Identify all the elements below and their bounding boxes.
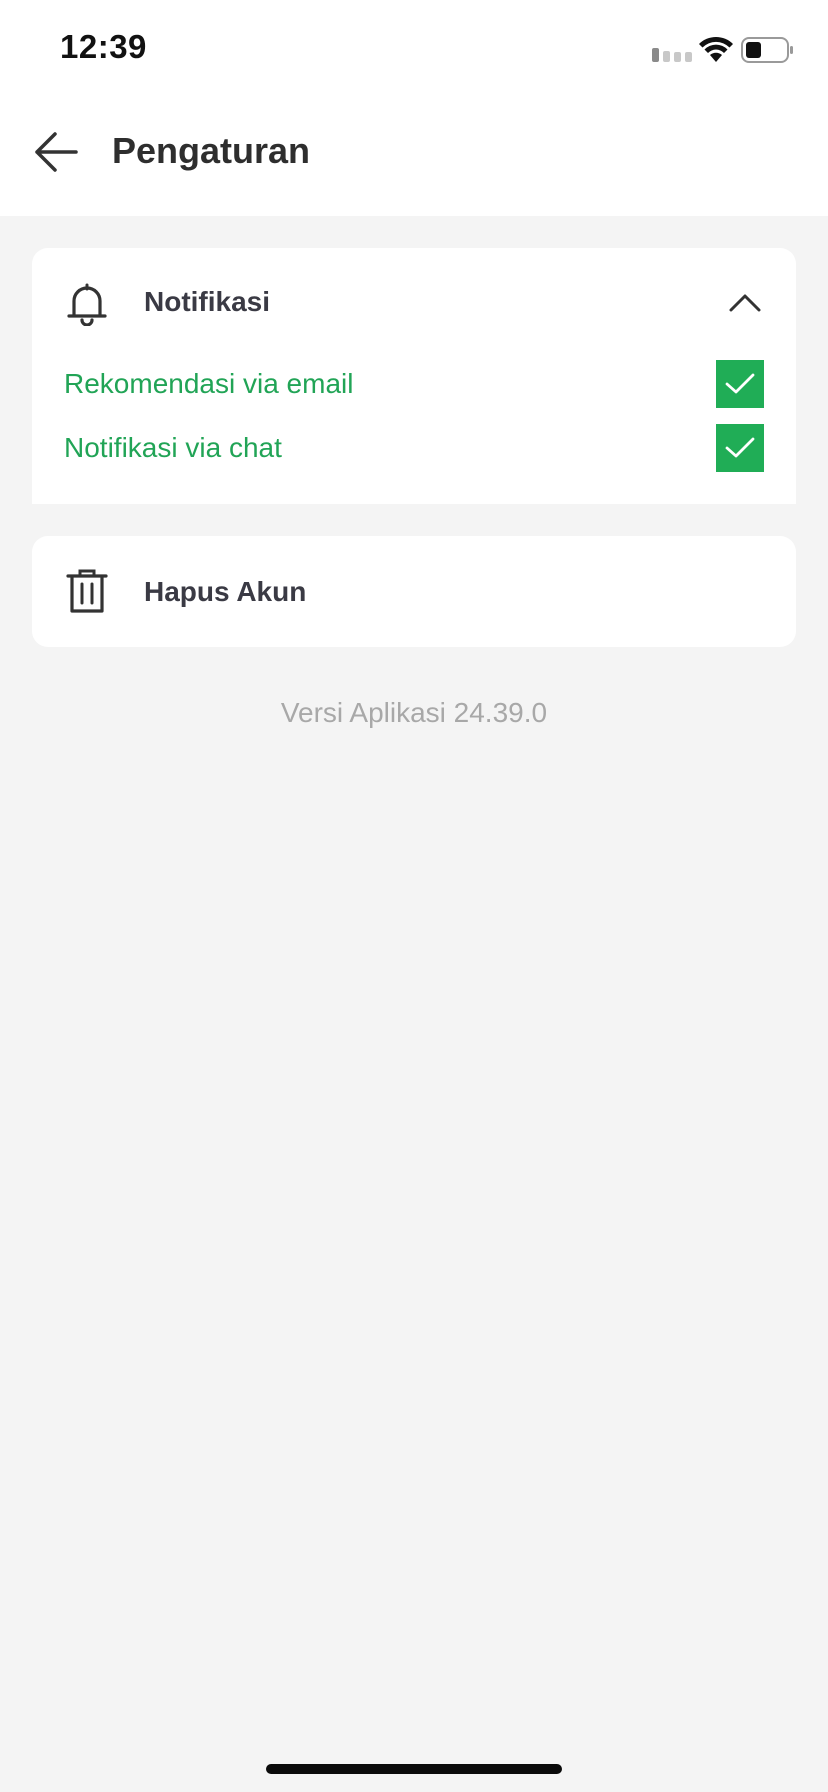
bell-icon (67, 283, 107, 326)
option-label-email: Rekomendasi via email (64, 368, 354, 399)
notifications-title: Notifikasi (144, 286, 271, 317)
option-row-email: Rekomendasi via email (32, 356, 796, 416)
trash-icon (66, 569, 108, 613)
email-recommendation-checkbox[interactable] (716, 360, 764, 408)
app-version: Versi Aplikasi 24.39.0 (280, 697, 548, 728)
option-row-chat: Notifikasi via chat (32, 420, 796, 480)
back-button[interactable] (26, 124, 86, 180)
signal-icon (652, 48, 692, 62)
wifi-icon (699, 36, 733, 62)
delete-account-label: Hapus Akun (144, 576, 307, 607)
battery-icon (741, 37, 793, 63)
chevron-up-icon (729, 294, 761, 312)
chat-notification-checkbox[interactable] (716, 424, 764, 472)
option-label-chat: Notifikasi via chat (64, 432, 282, 463)
top-bar: 12:39 Pengaturan (0, 0, 828, 216)
arrow-left-icon (35, 132, 78, 172)
notifications-card: Notifikasi Rekomendasi via email Notifik… (32, 248, 796, 504)
page-title: Pengaturan (112, 130, 311, 171)
notifications-toggle[interactable]: Notifikasi (32, 248, 796, 358)
status-time: 12:39 (60, 28, 147, 65)
home-indicator[interactable] (266, 1764, 562, 1774)
check-icon (725, 373, 755, 394)
delete-account-button[interactable]: Hapus Akun (32, 536, 796, 647)
check-icon (725, 437, 755, 458)
